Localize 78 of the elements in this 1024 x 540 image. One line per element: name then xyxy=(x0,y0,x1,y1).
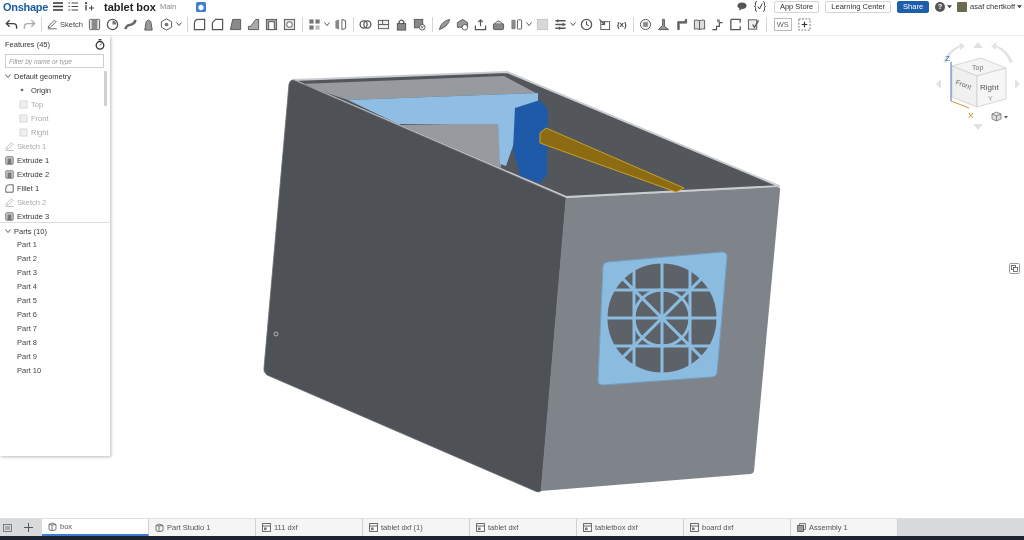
sliders-icon[interactable] xyxy=(554,17,568,31)
caret-icon[interactable] xyxy=(569,22,576,26)
caret-icon[interactable] xyxy=(175,22,182,26)
slanted-block-icon[interactable] xyxy=(229,17,243,31)
dot-icon xyxy=(19,87,25,93)
rounded-corner-icon xyxy=(5,183,14,193)
pencil-icon xyxy=(47,18,58,30)
stopwatch-icon[interactable] xyxy=(95,38,105,50)
stacked-boxes-icon xyxy=(797,523,806,532)
bent-pipe-icon[interactable] xyxy=(675,17,689,31)
box-icon xyxy=(5,169,14,179)
stacked-squares-icon[interactable] xyxy=(1009,263,1020,274)
window-icon xyxy=(369,523,378,532)
pencil-icon xyxy=(5,197,14,207)
tray-arrow-icon[interactable] xyxy=(474,17,488,31)
screw-hole xyxy=(273,331,279,337)
cube-icon[interactable] xyxy=(991,111,1002,122)
axis-label: Z xyxy=(945,54,950,63)
square-icon xyxy=(19,113,28,123)
caret-icon[interactable] xyxy=(525,22,532,26)
padlock-icon[interactable] xyxy=(395,17,409,31)
hollow-box-icon[interactable] xyxy=(265,17,279,31)
dome-icon[interactable] xyxy=(492,17,506,31)
square-icon xyxy=(19,127,28,137)
caret-icon[interactable] xyxy=(1017,4,1022,9)
stand-icon[interactable] xyxy=(657,17,671,31)
bracket-pair-icon[interactable] xyxy=(510,17,524,31)
caret-icon[interactable] xyxy=(947,4,953,9)
ring-icon[interactable] xyxy=(106,17,120,31)
hexagon-icon[interactable] xyxy=(160,17,174,31)
bell-icon[interactable] xyxy=(142,17,156,31)
dots-plus-icon[interactable] xyxy=(83,2,94,11)
avatar-placeholder[interactable] xyxy=(957,1,968,12)
cube-outline-icon xyxy=(155,523,164,532)
tile-icon[interactable] xyxy=(196,1,207,12)
caret-icon[interactable] xyxy=(5,73,11,79)
logo[interactable]: Onshape xyxy=(3,0,48,13)
grid-icon[interactable] xyxy=(308,17,322,31)
window-icon xyxy=(690,523,699,532)
list-icon[interactable] xyxy=(67,2,78,11)
view-cube-label[interactable]: Right xyxy=(980,83,999,92)
braces-check-icon[interactable] xyxy=(753,1,766,12)
steps-icon[interactable] xyxy=(711,17,725,31)
undo-icon[interactable] xyxy=(4,17,18,31)
caret-icon[interactable] xyxy=(323,22,330,26)
box-icon[interactable] xyxy=(88,17,102,31)
curve-icon[interactable] xyxy=(124,17,138,31)
cube-outline-icon xyxy=(48,522,57,531)
axis-label: X xyxy=(968,111,974,120)
rounded-corner-icon[interactable] xyxy=(193,17,207,31)
clock-icon[interactable] xyxy=(580,17,594,31)
plus-icon[interactable] xyxy=(24,523,33,532)
variable-tool[interactable]: (x) xyxy=(616,19,627,29)
square-icon xyxy=(19,99,28,109)
box-icon xyxy=(5,155,14,165)
hole-icon[interactable] xyxy=(283,17,297,31)
caret-icon[interactable] xyxy=(1004,116,1008,119)
mirror-icon[interactable] xyxy=(334,17,348,31)
cut-corner-icon[interactable] xyxy=(211,17,225,31)
pentagon-icon[interactable] xyxy=(456,17,470,31)
caret-icon[interactable] xyxy=(5,228,11,234)
split-box-icon[interactable] xyxy=(377,17,391,31)
leaf-icon[interactable] xyxy=(438,17,452,31)
dashed-plus-icon[interactable] xyxy=(798,17,812,31)
corner-bracket-icon[interactable] xyxy=(247,17,261,31)
scrollbar[interactable] xyxy=(104,71,107,106)
box-x-icon[interactable] xyxy=(413,17,427,31)
overlapping-circles-icon[interactable] xyxy=(359,17,373,31)
pencil-icon xyxy=(5,141,14,151)
document-title: tablet box xyxy=(103,0,156,13)
checked-sheet-icon[interactable] xyxy=(747,17,761,31)
window-icon xyxy=(262,523,271,532)
open-book-icon[interactable] xyxy=(693,17,707,31)
window-icon xyxy=(476,523,485,532)
window-icon xyxy=(583,523,592,532)
menu-icon[interactable] xyxy=(52,2,63,11)
chat-icon[interactable] xyxy=(736,2,747,11)
tab-list-icon[interactable] xyxy=(3,523,12,532)
